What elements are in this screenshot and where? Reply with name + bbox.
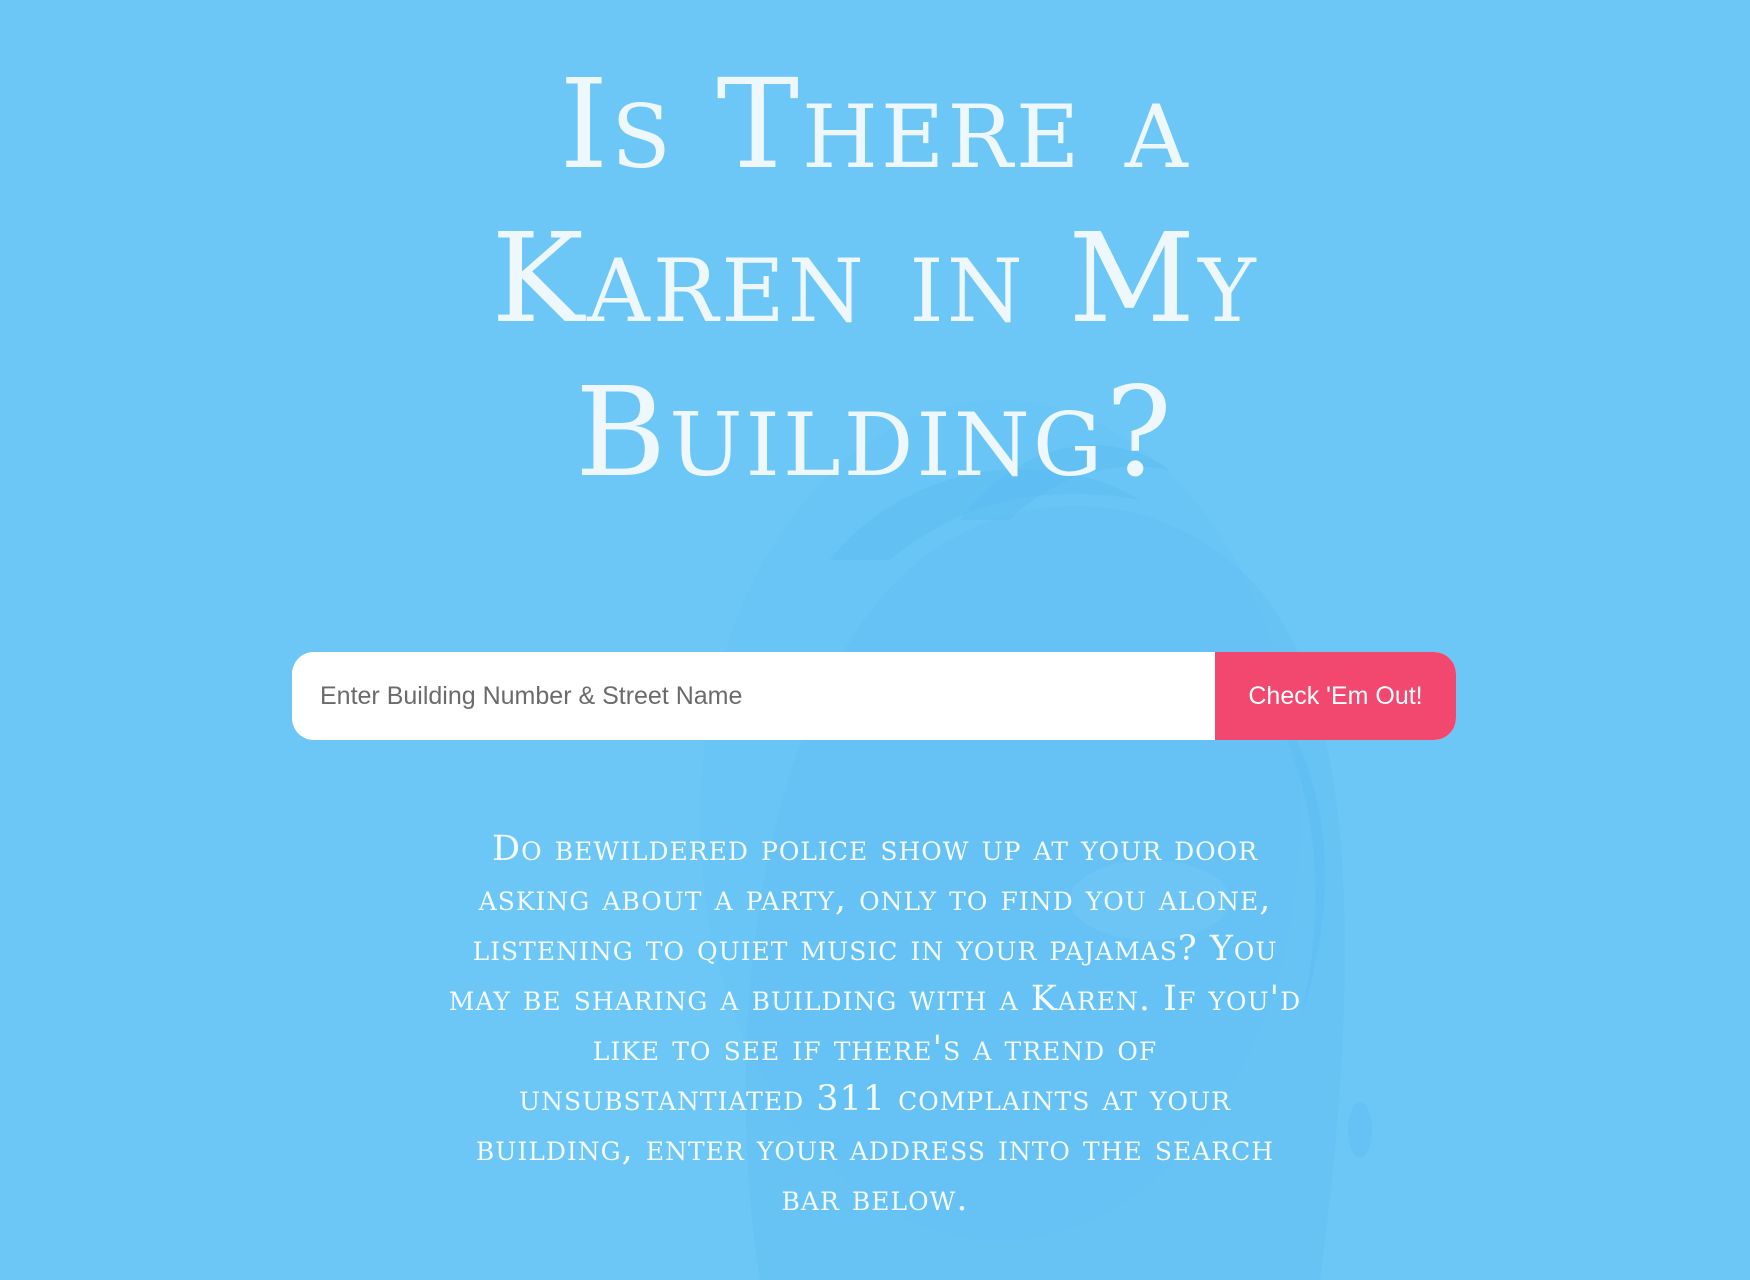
- address-search-input[interactable]: [292, 652, 1215, 740]
- intro-description: Do bewildered police show up at your doo…: [448, 829, 1302, 1219]
- address-search-bar: Check 'Em Out!: [292, 652, 1456, 740]
- check-em-out-button[interactable]: Check 'Em Out!: [1215, 652, 1456, 740]
- page-title: Is There a Karen in My Building?: [491, 53, 1259, 505]
